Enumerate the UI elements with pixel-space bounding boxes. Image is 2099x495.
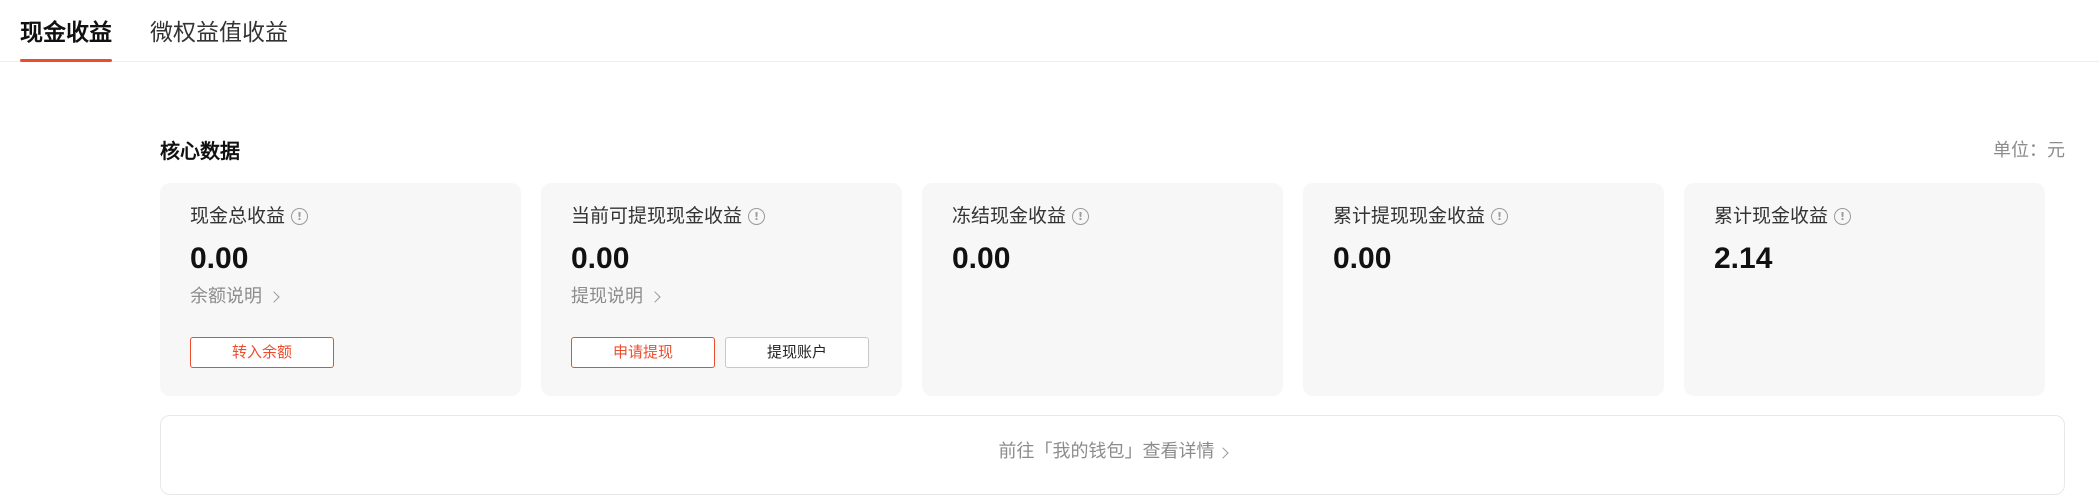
- card-frozen-cash-income: 冻结现金收益 ! 0.00: [922, 183, 1283, 396]
- card-accumulated-withdrawn-cash-income: 累计提现现金收益 ! 0.00: [1303, 183, 1664, 396]
- card-label: 当前可提现现金收益 !: [571, 201, 766, 231]
- apply-withdraw-button[interactable]: 申请提现: [571, 337, 715, 368]
- tab-cash-income[interactable]: 现金收益: [20, 16, 112, 62]
- info-icon[interactable]: !: [291, 207, 309, 225]
- footer-link-text: 前往「我的钱包」查看详情: [998, 441, 1215, 462]
- transfer-to-balance-button[interactable]: 转入余额: [190, 337, 334, 368]
- tab-bar: 现金收益 微权益值收益: [0, 0, 2099, 62]
- card-label: 累计现金收益 !: [1714, 201, 1852, 231]
- card-total-cash-income: 现金总收益 ! 0.00 余额说明 转入余额: [160, 183, 521, 396]
- go-to-wallet-link[interactable]: 前往「我的钱包」查看详情: [161, 438, 2064, 466]
- card-value: 0.00: [952, 242, 1011, 275]
- info-icon[interactable]: !: [1491, 207, 1509, 225]
- card-link-text: 提现说明: [571, 286, 643, 307]
- card-value: 0.00: [190, 242, 249, 275]
- chevron-right-icon: [1216, 447, 1229, 459]
- card-withdrawable-cash-income: 当前可提现现金收益 ! 0.00 提现说明 申请提现 提现账户: [541, 183, 902, 396]
- chevron-right-icon: [649, 291, 661, 303]
- card-value: 0.00: [1333, 242, 1392, 275]
- info-icon[interactable]: !: [1834, 207, 1852, 225]
- card-value: 2.14: [1714, 242, 1773, 275]
- card-label-text: 累计现金收益: [1714, 205, 1829, 227]
- card-label-text: 累计提现现金收益: [1333, 205, 1486, 227]
- card-link-text: 余额说明: [190, 286, 262, 307]
- tab-micro-rights-income[interactable]: 微权益值收益: [150, 16, 288, 62]
- card-label-text: 现金总收益: [190, 205, 286, 227]
- card-label: 累计提现现金收益 !: [1333, 201, 1509, 231]
- card-label-text: 冻结现金收益: [952, 205, 1067, 227]
- info-icon[interactable]: !: [748, 207, 766, 225]
- chevron-right-icon: [268, 291, 280, 303]
- section-title: 核心数据: [160, 139, 240, 163]
- info-icon[interactable]: !: [1072, 207, 1090, 225]
- card-label-text: 当前可提现现金收益: [571, 205, 743, 227]
- unit-label: 单位：元: [1993, 140, 2065, 161]
- withdraw-account-button[interactable]: 提现账户: [725, 337, 869, 368]
- balance-explanation-link[interactable]: 余额说明: [190, 283, 280, 311]
- wallet-footer: 前往「我的钱包」查看详情: [160, 415, 2065, 495]
- card-accumulated-cash-income: 累计现金收益 ! 2.14: [1684, 183, 2045, 396]
- card-value: 0.00: [571, 242, 630, 275]
- withdraw-explanation-link[interactable]: 提现说明: [571, 283, 661, 311]
- card-label: 现金总收益 !: [190, 201, 309, 231]
- card-label: 冻结现金收益 !: [952, 201, 1090, 231]
